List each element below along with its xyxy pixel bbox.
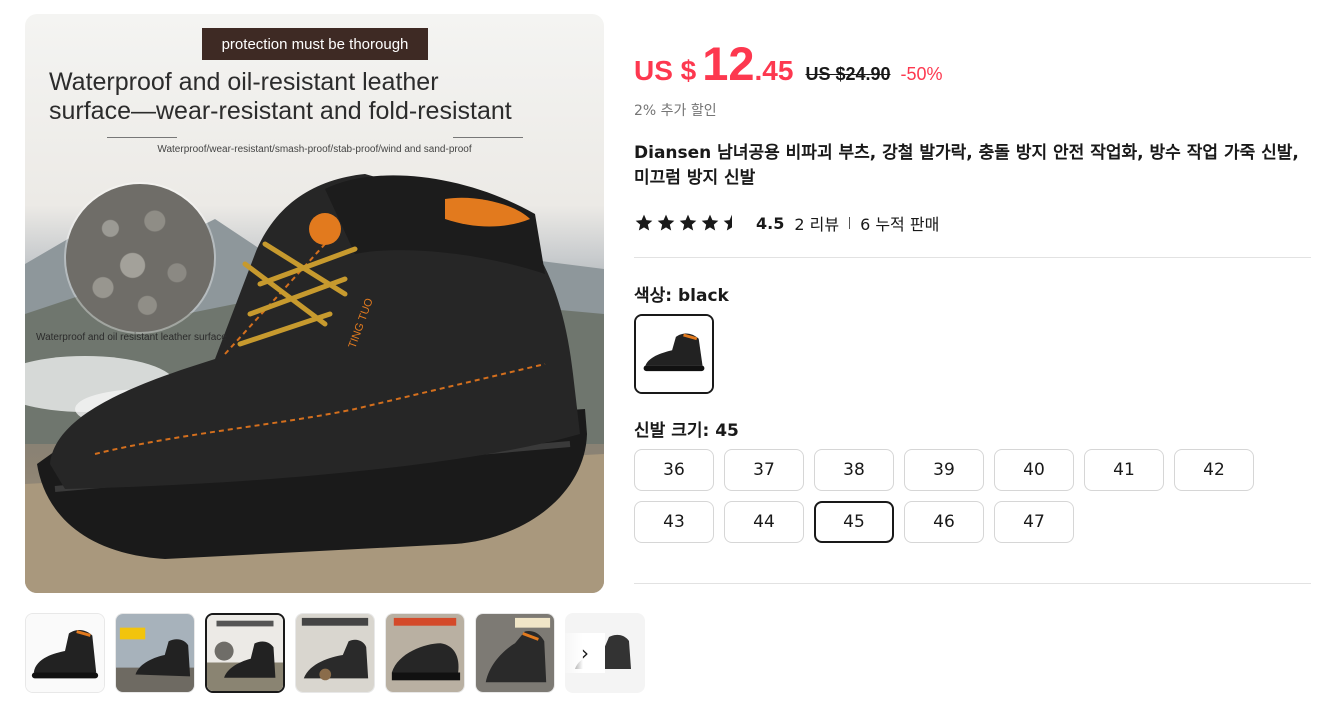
divider-line-left [107, 137, 177, 138]
leather-texture-inset [66, 184, 214, 332]
size-option-44[interactable]: 44 [724, 501, 804, 543]
color-value: black [678, 286, 729, 306]
boot-thumbnail-icon [636, 316, 712, 392]
price-row: US $ 12 .45 US $24.90 -50% [634, 36, 943, 90]
chevron-right-icon[interactable]: › [565, 633, 605, 673]
size-option-43[interactable]: 43 [634, 501, 714, 543]
thumbnail-1[interactable] [25, 613, 105, 693]
size-option-41[interactable]: 41 [1084, 449, 1164, 491]
color-swatch-black[interactable] [634, 314, 714, 394]
size-option-47[interactable]: 47 [994, 501, 1074, 543]
size-option-40[interactable]: 40 [994, 449, 1074, 491]
color-label: 색상: black [634, 281, 729, 306]
thumbnail-6[interactable] [475, 613, 555, 693]
star-full-icon [679, 214, 697, 231]
original-price: US $24.90 [805, 64, 891, 84]
size-label: 신발 크기: 45 [634, 416, 739, 441]
thumbnail-strip: › [25, 613, 645, 693]
price-decimal: .45 [754, 55, 794, 86]
star-full-icon [701, 214, 719, 231]
rating-row[interactable]: 4.5 2 리뷰 6 누적 판매 [634, 210, 939, 236]
divider [634, 583, 1311, 584]
size-option-39[interactable]: 39 [904, 449, 984, 491]
extra-discount-text: 2% 추가 할인 [634, 103, 717, 119]
size-option-37[interactable]: 37 [724, 449, 804, 491]
star-full-icon [635, 214, 653, 231]
product-title: Diansen 남녀공용 비파괴 부츠, 강철 발가락, 충돌 방지 안전 작업… [634, 143, 1299, 188]
star-rating [634, 213, 744, 233]
main-product-image[interactable]: TING TUO protection must be thorough Wat… [25, 14, 604, 593]
star-half-icon [723, 214, 732, 231]
thumbnail-4[interactable] [295, 613, 375, 693]
price-currency: US $ [634, 55, 697, 86]
size-option-36[interactable]: 36 [634, 449, 714, 491]
thumbnail-2[interactable] [115, 613, 195, 693]
thumbnail-5[interactable] [385, 613, 465, 693]
texture-label: Waterproof and oil resistant leather sur… [36, 332, 227, 343]
image-banner: protection must be thorough [202, 28, 428, 60]
image-headline: Waterproof and oil-resistant leather sur… [49, 68, 579, 126]
discount-badge: -50% [900, 64, 943, 84]
star-full-icon [657, 214, 675, 231]
divider [634, 257, 1311, 258]
rating-score: 4.5 [756, 213, 785, 233]
image-subline: Waterproof/wear-resistant/smash-proof/st… [157, 144, 472, 155]
sold-count: 6 누적 판매 [860, 215, 940, 234]
divider-line-right [453, 137, 523, 138]
size-value: 45 [715, 421, 739, 441]
price-integer: 12 [702, 37, 755, 90]
review-count-link[interactable]: 2 리뷰 [794, 211, 839, 235]
size-option-45[interactable]: 45 [814, 501, 894, 543]
size-option-38[interactable]: 38 [814, 449, 894, 491]
color-label-text: 색상: [634, 286, 678, 306]
image-headline-line2: surface—wear-resistant and fold-resistan… [49, 97, 512, 125]
thumbnail-3[interactable] [205, 613, 285, 693]
size-label-text: 신발 크기: [634, 421, 716, 441]
size-option-46[interactable]: 46 [904, 501, 984, 543]
rating-separator [849, 217, 851, 229]
size-option-42[interactable]: 42 [1174, 449, 1254, 491]
image-headline-line1: Waterproof and oil-resistant leather [49, 68, 439, 96]
